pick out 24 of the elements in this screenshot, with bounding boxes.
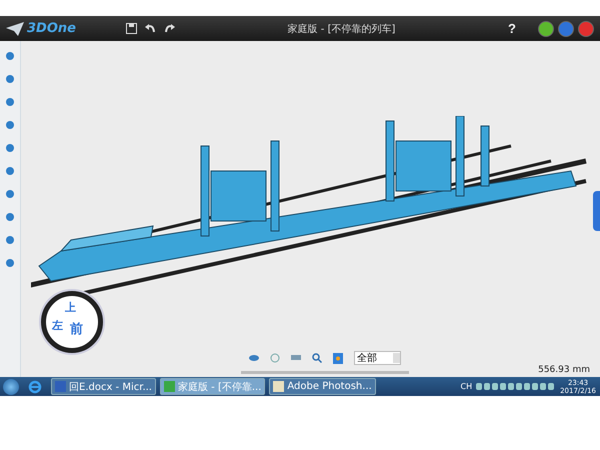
taskbar-button[interactable]: 回E.docx - Micr... [51, 378, 156, 395]
minimize-button[interactable] [538, 20, 554, 36]
cube-face-label: 前 [70, 321, 83, 338]
cube-face-label: 上 [65, 300, 76, 315]
browser-icon[interactable] [28, 380, 42, 394]
close-button[interactable] [578, 20, 594, 36]
language-indicator[interactable]: CH [460, 382, 472, 391]
maximize-button[interactable] [558, 20, 574, 36]
help-button[interactable]: ? [508, 21, 530, 36]
paper-plane-icon [6, 22, 24, 36]
undo-icon[interactable] [145, 23, 156, 34]
panel-toggle-tab[interactable] [593, 191, 600, 231]
measure-readout: 556.93 mm [538, 365, 590, 375]
filter-dropdown[interactable]: 全部 [354, 351, 401, 365]
search-icon[interactable] [312, 353, 322, 363]
window-title: 家庭版 - [不停靠的列车] [286, 22, 396, 36]
cube-face-label: 左 [52, 318, 63, 333]
taskbar-button[interactable]: 家庭版 - [不停靠... [160, 378, 266, 395]
app-logo: 3DOne [27, 21, 76, 36]
redo-icon[interactable] [164, 23, 175, 34]
save-icon[interactable] [126, 23, 137, 34]
taskbar-button[interactable]: Adobe Photosh... [269, 378, 376, 395]
render-icon[interactable] [333, 352, 343, 364]
view-cube[interactable]: 上 左 前 [41, 291, 103, 353]
